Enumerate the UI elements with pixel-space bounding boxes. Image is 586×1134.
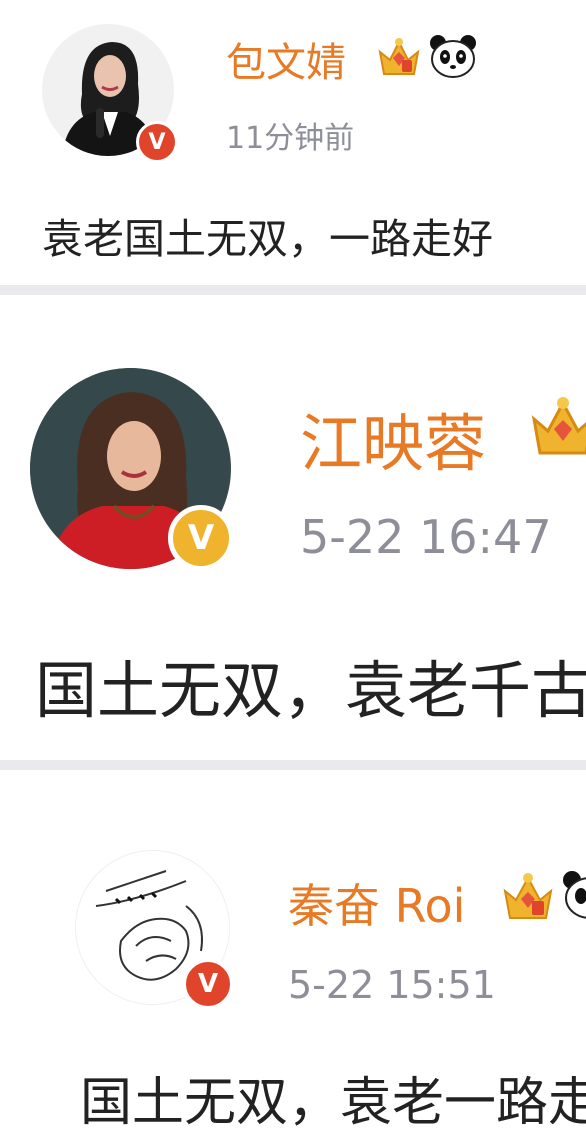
post-card[interactable]: V 秦奋 Roi 5-22 15:51 国土无双，袁老一路走好 — [0, 770, 586, 1134]
divider — [0, 285, 586, 295]
post-card[interactable]: V 包文婧 11分钟前 袁老国土无双，一路走好 — [0, 0, 586, 285]
timestamp: 5-22 16:47 — [300, 510, 552, 564]
post-card[interactable]: V 江映蓉 5-22 16:47 国土无双，袁老千古 — [0, 295, 586, 760]
crown-icon — [531, 397, 586, 455]
verified-badge-icon: V — [182, 958, 234, 1010]
timestamp: 5-22 15:51 — [288, 963, 496, 1007]
crown-icon — [378, 38, 420, 75]
panda-icon — [563, 871, 586, 919]
username[interactable]: 秦奋 Roi — [288, 870, 465, 936]
post-text[interactable]: 国土无双，袁老千古 — [35, 640, 586, 730]
username[interactable]: 包文婧 — [226, 30, 346, 88]
post-text[interactable]: 袁老国土无双，一路走好 — [42, 205, 493, 265]
post-text[interactable]: 国土无双，袁老一路走好 — [80, 1060, 586, 1134]
timestamp: 11分钟前 — [226, 121, 355, 156]
divider — [0, 760, 586, 770]
verified-badge-icon: V — [168, 505, 234, 571]
panda-icon — [430, 35, 476, 78]
verified-badge-icon: V — [136, 121, 178, 163]
crown-icon — [503, 873, 553, 919]
username[interactable]: 江映蓉 — [300, 393, 486, 483]
